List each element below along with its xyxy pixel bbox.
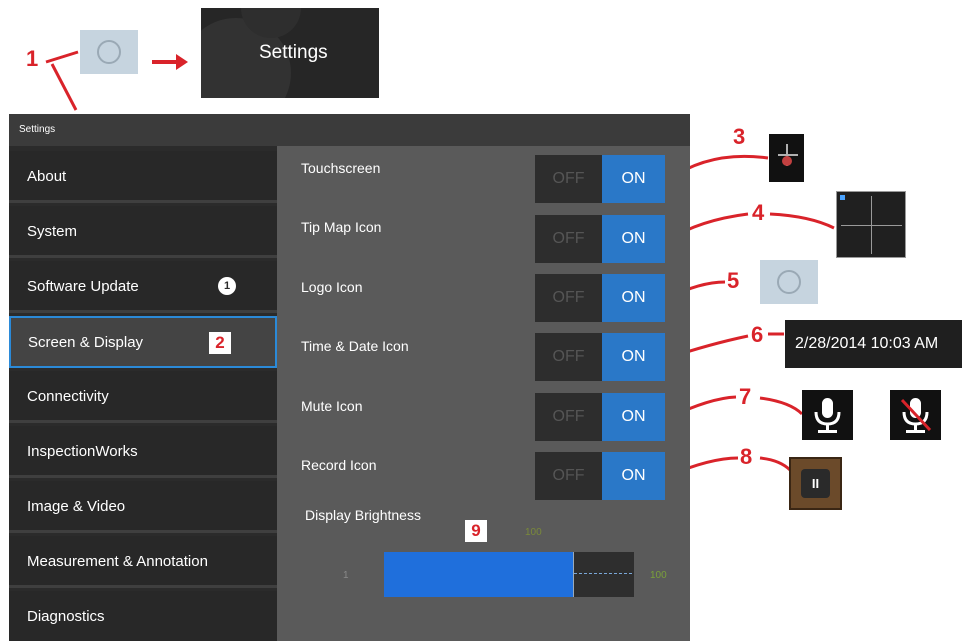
time-date-icon-toggle[interactable]: OFF ON: [535, 333, 665, 381]
callout-9: 9: [465, 520, 487, 542]
pause-glyph: II: [801, 469, 830, 498]
toggle-on-option[interactable]: ON: [602, 274, 665, 322]
settings-panel: Settings About System Software Update 1 …: [9, 114, 690, 641]
sidebar-item-diagnostics[interactable]: Diagnostics: [9, 591, 277, 641]
brightness-slider-track-dashed: [574, 573, 632, 574]
callout-1: 1: [26, 46, 39, 71]
brightness-max-label: 100: [650, 570, 667, 581]
callout-4: 4: [752, 200, 765, 225]
callout-3: 3: [733, 124, 746, 149]
sidebar-item-screen-display[interactable]: Screen & Display 2: [9, 316, 277, 368]
toggle-on-option[interactable]: ON: [602, 155, 665, 203]
toggle-off-option[interactable]: OFF: [535, 274, 602, 322]
sidebar-item-software-update[interactable]: Software Update 1: [9, 261, 277, 313]
sidebar-item-measurement-annotation[interactable]: Measurement & Annotation: [9, 536, 277, 588]
record-pause-icon: II: [789, 457, 842, 510]
toggle-on-option[interactable]: ON: [602, 333, 665, 381]
touchscreen-label: Touchscreen: [301, 160, 381, 176]
microphone-icon: [802, 390, 853, 440]
toggle-off-option[interactable]: OFF: [535, 393, 602, 441]
tip-map-icon-label: Tip Map Icon: [301, 219, 382, 235]
record-icon-label: Record Icon: [301, 457, 377, 473]
logo-icon-preview: [760, 260, 818, 304]
sidebar-item-label: Screen & Display: [28, 334, 144, 351]
tip-map-horizontal-line: [841, 225, 902, 226]
sidebar-item-label: InspectionWorks: [27, 443, 138, 460]
sidebar-item-system[interactable]: System: [9, 206, 277, 258]
sidebar: About System Software Update 1 Screen & …: [9, 146, 277, 641]
mute-icon-toggle[interactable]: OFF ON: [535, 393, 665, 441]
screen-display-settings: Touchscreen OFF ON Tip Map Icon OFF ON L…: [277, 146, 690, 641]
brightness-slider-fill: [384, 552, 574, 597]
logo-icon-toggle[interactable]: OFF ON: [535, 274, 665, 322]
settings-button[interactable]: Settings: [201, 8, 379, 98]
brightness-slider-thumb[interactable]: [573, 552, 574, 597]
toggle-on-option[interactable]: ON: [602, 452, 665, 500]
panel-title: Settings: [19, 124, 56, 135]
content-header-strip: [277, 114, 690, 146]
logo-icon[interactable]: [80, 30, 138, 74]
record-icon-toggle[interactable]: OFF ON: [535, 452, 665, 500]
time-date-icon-label: Time & Date Icon: [301, 338, 409, 354]
microphone-muted-icon: [890, 390, 941, 440]
touchscreen-toggle[interactable]: OFF ON: [535, 155, 665, 203]
tip-map-icon: [836, 191, 906, 258]
display-brightness-label: Display Brightness: [305, 507, 421, 523]
logo-mark: [777, 270, 801, 294]
touch-dot: [782, 156, 792, 166]
sidebar-item-label: Diagnostics: [27, 608, 105, 625]
update-count-badge: 1: [218, 277, 236, 295]
microphone-glyph: [814, 398, 841, 433]
toggle-off-option[interactable]: OFF: [535, 333, 602, 381]
tip-map-icon-toggle[interactable]: OFF ON: [535, 215, 665, 263]
logo-mark: [97, 40, 121, 64]
sidebar-item-connectivity[interactable]: Connectivity: [9, 371, 277, 423]
time-date-display: 2/28/2014 10:03 AM: [785, 320, 962, 368]
sidebar-item-about[interactable]: About: [9, 151, 277, 203]
mute-icon-label: Mute Icon: [301, 398, 363, 414]
callout-5: 5: [727, 268, 740, 293]
sidebar-item-label: Software Update: [27, 278, 139, 295]
tip-map-position-marker: [840, 195, 845, 200]
brightness-slider[interactable]: [384, 552, 634, 597]
callout-2: 2: [209, 332, 231, 354]
toggle-off-option[interactable]: OFF: [535, 155, 602, 203]
sidebar-item-label: Image & Video: [27, 498, 126, 515]
brightness-value-label: 100: [525, 527, 542, 538]
sidebar-item-label: About: [27, 168, 67, 185]
logo-icon-label: Logo Icon: [301, 279, 363, 295]
microphone-muted-glyph: [900, 398, 932, 433]
callout-8: 8: [740, 444, 753, 469]
sidebar-item-label: Measurement & Annotation: [27, 553, 208, 570]
toggle-off-option[interactable]: OFF: [535, 452, 602, 500]
sidebar-item-inspectionworks[interactable]: InspectionWorks: [9, 426, 277, 478]
sidebar-item-label: Connectivity: [27, 388, 109, 405]
sidebar-item-image-video[interactable]: Image & Video: [9, 481, 277, 533]
brightness-min-label: 1: [343, 570, 349, 581]
toggle-on-option[interactable]: ON: [602, 215, 665, 263]
settings-button-label: Settings: [259, 42, 328, 63]
toggle-on-option[interactable]: ON: [602, 393, 665, 441]
callout-7: 7: [739, 384, 752, 409]
sidebar-item-label: System: [27, 223, 78, 240]
touchscreen-cursor-icon: [769, 134, 804, 182]
callout-6: 6: [751, 322, 764, 347]
toggle-off-option[interactable]: OFF: [535, 215, 602, 263]
